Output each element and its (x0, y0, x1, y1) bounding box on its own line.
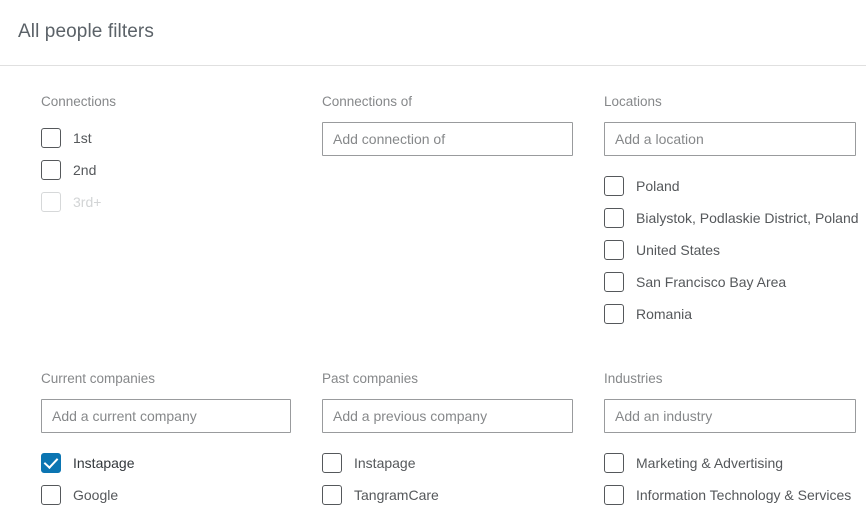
checkbox-icon[interactable] (41, 160, 61, 180)
checkbox-checked-icon[interactable] (41, 453, 61, 473)
option-location-romania[interactable]: Romania (604, 298, 856, 330)
option-label: 3rd+ (73, 194, 102, 210)
checkbox-icon[interactable] (604, 453, 624, 473)
checkbox-icon[interactable] (41, 485, 61, 505)
option-label: 1st (73, 130, 92, 146)
option-connections-1st[interactable]: 1st (41, 122, 293, 154)
filter-group-connections-of: Connections of (322, 94, 574, 156)
option-list-current-companies: Instapage Google (41, 447, 293, 511)
checkmark-icon (43, 454, 59, 469)
option-label: Google (73, 487, 119, 503)
option-location-bialystok[interactable]: Bialystok, Podlaskie District, Poland (604, 202, 859, 234)
filter-group-title: Connections (41, 94, 117, 109)
option-industry-marketing-advertising[interactable]: Marketing & Advertising (604, 447, 856, 479)
filter-group-title: Current companies (41, 371, 156, 386)
people-filters-page: All people filters Connections 1st 2nd 3… (0, 0, 866, 507)
option-past-company-instapage[interactable]: Instapage (322, 447, 574, 479)
option-label: Bialystok, Podlaskie District, Poland (636, 210, 859, 226)
filter-group-past-companies: Past companies Instapage TangramCare (322, 371, 574, 511)
option-list-past-companies: Instapage TangramCare (322, 447, 574, 511)
filter-group-locations: Locations Poland Bialystok, Podlaskie Di… (604, 94, 859, 330)
option-label: Romania (636, 306, 693, 322)
checkbox-icon[interactable] (604, 485, 624, 505)
filter-group-title: Locations (604, 94, 662, 109)
industry-input[interactable] (604, 399, 856, 433)
filter-group-industries: Industries Marketing & Advertising Infor… (604, 371, 856, 511)
option-location-united-states[interactable]: United States (604, 234, 856, 266)
option-label: Poland (636, 178, 680, 194)
option-industry-information-technology-services[interactable]: Information Technology & Services (604, 479, 856, 511)
option-connections-2nd[interactable]: 2nd (41, 154, 293, 186)
checkbox-icon[interactable] (604, 240, 624, 260)
current-company-input[interactable] (41, 399, 291, 433)
checkbox-icon (41, 192, 61, 212)
option-label: Instapage (73, 455, 135, 471)
option-label: Information Technology & Services (636, 487, 852, 503)
checkbox-icon[interactable] (604, 176, 624, 196)
checkbox-icon[interactable] (604, 272, 624, 292)
option-label: Marketing & Advertising (636, 455, 784, 471)
option-label: 2nd (73, 162, 97, 178)
page-title: All people filters (18, 21, 154, 42)
checkbox-icon[interactable] (322, 485, 342, 505)
location-input[interactable] (604, 122, 856, 156)
checkbox-icon[interactable] (604, 304, 624, 324)
option-current-company-instapage[interactable]: Instapage (41, 447, 293, 479)
option-list-connections: 1st 2nd 3rd+ (41, 122, 293, 218)
filter-group-title: Past companies (322, 371, 419, 386)
option-location-san-francisco-bay-area[interactable]: San Francisco Bay Area (604, 266, 856, 298)
filter-group-connections: Connections 1st 2nd 3rd+ (41, 94, 293, 218)
checkbox-icon[interactable] (41, 128, 61, 148)
connections-of-input[interactable] (322, 122, 573, 156)
option-label: San Francisco Bay Area (636, 274, 787, 290)
checkbox-icon[interactable] (322, 453, 342, 473)
option-current-company-google[interactable]: Google (41, 479, 293, 511)
past-company-input[interactable] (322, 399, 573, 433)
option-past-company-tangramcare[interactable]: TangramCare (322, 479, 574, 511)
filters-grid: Connections 1st 2nd 3rd+ Connections of (0, 66, 866, 507)
filter-group-title: Connections of (322, 94, 413, 109)
option-location-poland[interactable]: Poland (604, 170, 856, 202)
filter-group-title: Industries (604, 371, 663, 386)
checkbox-icon[interactable] (604, 208, 624, 228)
option-label: United States (636, 242, 721, 258)
option-connections-3rd-plus: 3rd+ (41, 186, 293, 218)
page-header: All people filters (0, 0, 866, 66)
option-label: Instapage (354, 455, 416, 471)
filter-group-current-companies: Current companies Instapage Google (41, 371, 293, 511)
option-list-industries: Marketing & Advertising Information Tech… (604, 447, 856, 511)
option-label: TangramCare (354, 487, 439, 503)
option-list-locations: Poland Bialystok, Podlaskie District, Po… (604, 170, 859, 330)
